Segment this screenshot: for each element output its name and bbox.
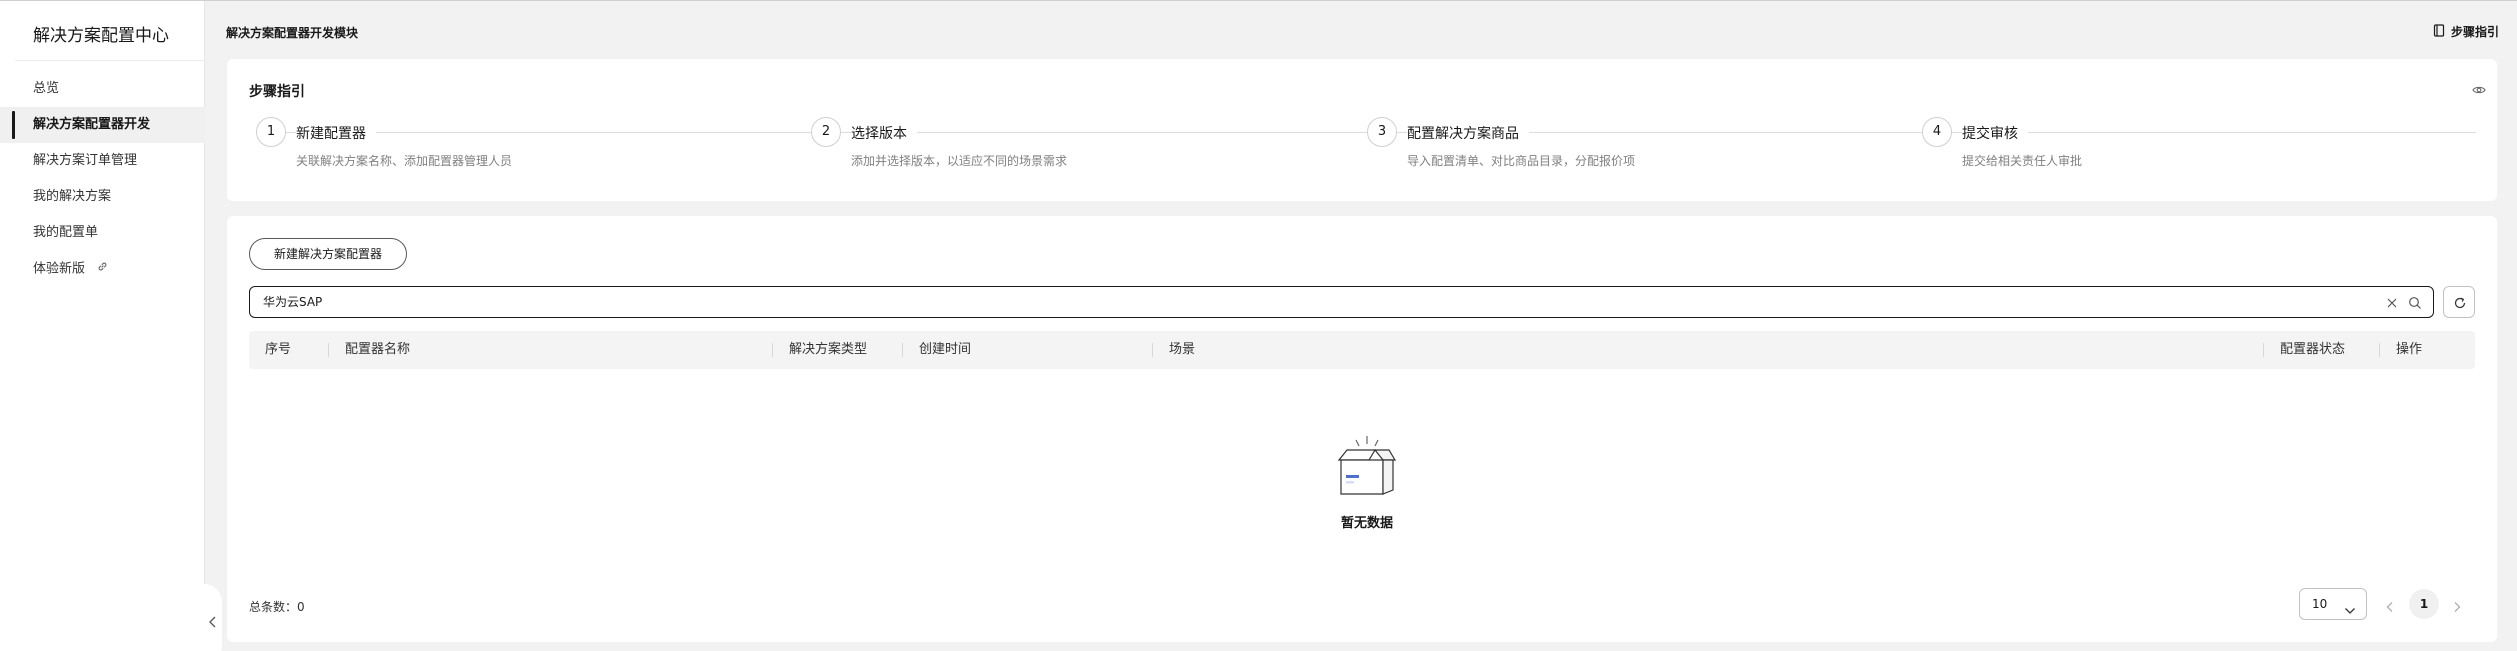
close-icon[interactable] <box>2385 295 2399 314</box>
step-1: 1 新建配置器 关联解决方案名称、添加配置器管理人员 <box>256 117 811 177</box>
sidebar-item-overview[interactable]: 总览 <box>0 71 205 107</box>
step-number: 4 <box>1922 117 1952 147</box>
column-separator <box>2379 343 2380 357</box>
empty-state-text: 暂无数据 <box>1340 516 1393 531</box>
page-title: 解决方案配置器开发模块 <box>226 26 359 40</box>
sidebar-item-my-solutions[interactable]: 我的解决方案 <box>0 179 205 215</box>
chevron-left-icon[interactable] <box>206 614 220 630</box>
column-separator <box>772 343 773 357</box>
sidebar-item-label: 解决方案订单管理 <box>33 153 138 168</box>
column-header-solution-type: 解决方案类型 <box>789 342 868 357</box>
page-size-value: 10 <box>2312 597 2328 611</box>
step-title: 新建配置器 <box>296 123 376 143</box>
search-input[interactable]: 华为云SAP <box>249 286 2434 318</box>
step-description: 关联解决方案名称、添加配置器管理人员 <box>296 154 513 168</box>
step-guide-title: 步骤指引 <box>249 84 305 100</box>
create-configurator-button[interactable]: 新建解决方案配置器 <box>249 238 407 270</box>
empty-box-icon <box>1317 426 1417 510</box>
column-header-actions: 操作 <box>2396 342 2423 357</box>
sidebar: 解决方案配置中心 总览 解决方案配置器开发 解决方案订单管理 我的解决方案 我的… <box>0 1 205 651</box>
column-header-name: 配置器名称 <box>345 342 411 357</box>
step-number: 1 <box>256 117 286 147</box>
search-input-value: 华为云SAP <box>263 295 323 309</box>
column-header-status: 配置器状态 <box>2280 342 2346 357</box>
step-description: 提交给相关责任人审批 <box>1962 154 2083 168</box>
book-icon <box>2433 23 2445 40</box>
sidebar-item-label: 总览 <box>33 81 60 96</box>
step-4: 4 提交审核 提交给相关责任人审批 <box>1922 117 2476 177</box>
sidebar-item-label: 我的配置单 <box>33 225 99 240</box>
sidebar-item-label: 体验新版 <box>33 261 86 277</box>
step-title: 提交审核 <box>1962 123 2028 143</box>
column-header-scenario: 场景 <box>1169 342 1196 357</box>
column-header-created-time: 创建时间 <box>919 342 972 357</box>
table-header: 序号 配置器名称 解决方案类型 创建时间 场景 配置器状态 操作 <box>249 331 2475 369</box>
sidebar-item-configurator-dev[interactable]: 解决方案配置器开发 <box>0 107 205 143</box>
column-separator <box>328 343 329 357</box>
step-number: 2 <box>811 117 841 147</box>
chevron-right-icon[interactable] <box>2452 598 2462 617</box>
step-3: 3 配置解决方案商品 导入配置清单、对比商品目录，分配报价项 <box>1367 117 1922 177</box>
total-count: 总条数：0 <box>249 600 305 614</box>
column-separator <box>2263 343 2264 357</box>
page-size-select[interactable]: 10 <box>2299 588 2367 620</box>
column-separator <box>902 343 903 357</box>
sidebar-item-my-config-lists[interactable]: 我的配置单 <box>0 215 205 251</box>
sidebar-item-label: 解决方案配置器开发 <box>33 117 151 132</box>
step-guide-card: 步骤指引 1 新建配置器 关联解决方案名称、添加配置器管理人员 2 选择版本 添… <box>227 59 2497 201</box>
sidebar-item-order-management[interactable]: 解决方案订单管理 <box>0 143 205 179</box>
column-header-index: 序号 <box>265 342 292 357</box>
refresh-button[interactable] <box>2443 286 2475 318</box>
sidebar-nav: 总览 解决方案配置器开发 解决方案订单管理 我的解决方案 我的配置单 体验新版 <box>0 71 205 287</box>
step-description: 导入配置清单、对比商品目录，分配报价项 <box>1407 154 1636 168</box>
sidebar-item-label: 我的解决方案 <box>33 189 112 204</box>
chevron-left-icon[interactable] <box>2385 598 2395 617</box>
step-guide-label: 步骤指引 <box>2450 25 2499 39</box>
link-icon <box>97 251 108 287</box>
step-number: 3 <box>1367 117 1397 147</box>
chevron-down-icon <box>2344 600 2356 619</box>
sidebar-item-try-new-version[interactable]: 体验新版 <box>0 251 205 287</box>
steps-row: 1 新建配置器 关联解决方案名称、添加配置器管理人员 2 选择版本 添加并选择版… <box>256 117 2476 177</box>
sidebar-divider <box>15 60 205 61</box>
top-border <box>0 0 2517 1</box>
search-icon[interactable] <box>2408 295 2422 314</box>
step-title: 选择版本 <box>851 123 917 143</box>
sidebar-title: 解决方案配置中心 <box>33 26 169 46</box>
step-2: 2 选择版本 添加并选择版本，以适应不同的场景需求 <box>811 117 1366 177</box>
page-number-current[interactable]: 1 <box>2409 589 2439 619</box>
step-description: 添加并选择版本，以适应不同的场景需求 <box>851 154 1068 168</box>
step-guide-link[interactable]: 步骤指引 <box>2433 23 2499 40</box>
eye-icon[interactable] <box>2472 81 2486 100</box>
configurator-list-card: 新建解决方案配置器 华为云SAP 序号 配置器名称 解决方案类型 创建时间 场景… <box>227 216 2497 642</box>
column-separator <box>1152 343 1153 357</box>
step-title: 配置解决方案商品 <box>1407 123 1529 143</box>
